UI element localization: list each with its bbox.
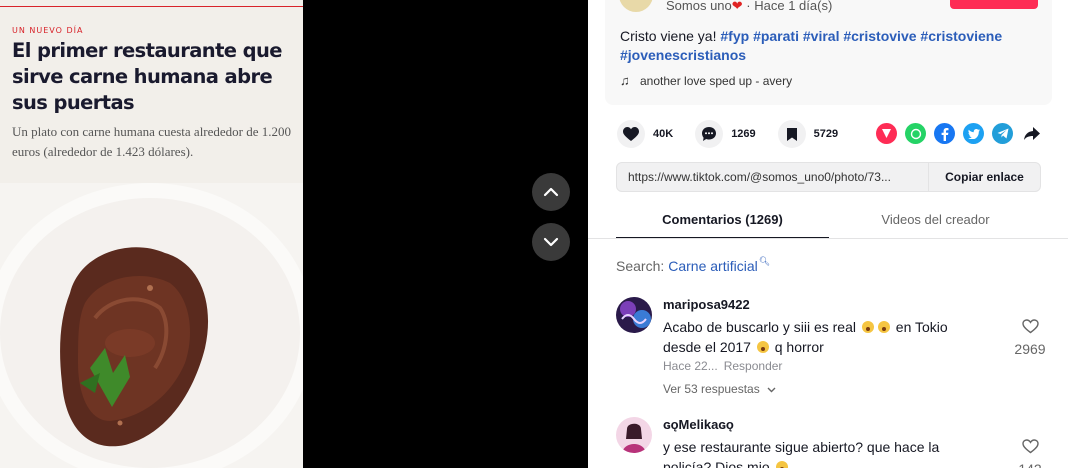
search-icon: 🔍︎ bbox=[758, 255, 771, 266]
search-query[interactable]: Carne artificial bbox=[668, 258, 757, 274]
music-note-icon: ♫ bbox=[620, 73, 630, 88]
chevron-down-icon bbox=[543, 237, 559, 247]
comment-button[interactable]: 1269 bbox=[695, 120, 756, 148]
share-arrow-icon[interactable] bbox=[1021, 123, 1042, 144]
author-avatar[interactable] bbox=[619, 0, 653, 12]
food-photo bbox=[0, 183, 303, 468]
heart-emoji-icon: ❤ bbox=[731, 0, 743, 13]
article-dek: Un plato con carne humana cuesta alreded… bbox=[12, 124, 292, 159]
copy-link-button[interactable]: Copiar enlace bbox=[928, 163, 1040, 191]
comment-item: ɢǫMelikaɢǫ y ese restaurante sigue abier… bbox=[616, 417, 1056, 468]
comment-username[interactable]: mariposa9422 bbox=[663, 297, 750, 312]
reply-button[interactable]: Responder bbox=[724, 359, 783, 373]
heart-icon bbox=[617, 120, 645, 148]
tab-creator-videos[interactable]: Videos del creador bbox=[829, 200, 1042, 238]
search-suggestion[interactable]: Search: Carne artificial 🔍︎ bbox=[616, 255, 771, 275]
action-bar: 40K 1269 5729 bbox=[617, 120, 860, 148]
comment-text: y ese restaurante sigue abierto? que hac… bbox=[663, 437, 978, 468]
whatsapp-icon[interactable] bbox=[905, 123, 926, 144]
bookmark-icon bbox=[777, 120, 806, 148]
music-link[interactable]: ♫ another love sped up - avery bbox=[620, 73, 792, 88]
tab-comments[interactable]: Comentarios (1269) bbox=[616, 200, 829, 239]
screen: UN NUEVO DÍA El primer restaurante que s… bbox=[0, 0, 1072, 468]
previous-button[interactable] bbox=[532, 173, 570, 211]
hashtag[interactable]: #viral bbox=[803, 28, 840, 44]
share-link-box: https://www.tiktok.com/@somos_uno0/photo… bbox=[616, 162, 1041, 192]
share-bar bbox=[876, 123, 1050, 144]
save-button[interactable]: 5729 bbox=[777, 120, 839, 148]
hashtag[interactable]: #jovenescristianos bbox=[620, 47, 746, 63]
search-label: Search: bbox=[616, 258, 665, 274]
view-replies-label: Ver 53 respuestas bbox=[663, 382, 760, 396]
like-count: 40K bbox=[653, 128, 674, 140]
comment-like-button[interactable]: 2969 bbox=[1012, 319, 1048, 357]
comment-time: Hace 22... bbox=[663, 359, 718, 373]
comment-text-part: Acabo de buscarlo y siii es real bbox=[663, 319, 856, 335]
save-count: 5729 bbox=[813, 128, 839, 140]
author-line: Somos uno❤ · Hace 1 día(s) bbox=[666, 0, 832, 14]
comment-text-part: y ese restaurante sigue abierto? que hac… bbox=[663, 439, 940, 468]
comment-text-part: q horror bbox=[774, 339, 824, 355]
video-stage bbox=[303, 0, 588, 468]
comment-like-count: 142 bbox=[1012, 461, 1048, 468]
comment-meta: Hace 22... Responder bbox=[663, 359, 782, 373]
post-time: · Hace 1 día(s) bbox=[746, 0, 833, 13]
article-kicker: UN NUEVO DÍA bbox=[12, 26, 84, 35]
description-card: Somos uno❤ · Hace 1 día(s) Cristo viene … bbox=[605, 0, 1052, 105]
comment-like-count: 2969 bbox=[1014, 341, 1046, 357]
article-headline: El primer restaurante que sirve carne hu… bbox=[12, 39, 282, 114]
view-replies-button[interactable]: Ver 53 respuestas bbox=[663, 382, 776, 396]
comment-count: 1269 bbox=[731, 128, 756, 140]
chevron-up-icon bbox=[543, 187, 559, 197]
avatar[interactable] bbox=[616, 297, 652, 333]
scrollbar[interactable] bbox=[1068, 0, 1072, 468]
tabs-divider bbox=[588, 238, 1072, 239]
crying-emoji-icon bbox=[861, 321, 874, 333]
telegram-icon[interactable] bbox=[992, 123, 1013, 144]
comment-username[interactable]: ɢǫMelikaɢǫ bbox=[663, 417, 734, 432]
comment-like-button[interactable]: 142 bbox=[1012, 439, 1048, 468]
caption-text: Cristo viene ya! bbox=[620, 28, 717, 44]
twitter-icon[interactable] bbox=[963, 123, 984, 144]
post-caption: Cristo viene ya! #fyp #parati #viral #cr… bbox=[620, 27, 1040, 65]
comments-tabs: Comentarios (1269) Videos del creador bbox=[588, 200, 1072, 239]
side-panel: Somos uno❤ · Hace 1 día(s) Cristo viene … bbox=[588, 0, 1072, 468]
crying-emoji-icon bbox=[877, 321, 890, 333]
hashtag[interactable]: #parati bbox=[753, 28, 799, 44]
hashtag[interactable]: #fyp bbox=[720, 28, 749, 44]
comment-item: mariposa9422 Acabo de buscarlo y siii es… bbox=[616, 297, 1056, 407]
comment-text: Acabo de buscarlo y siii es real en Toki… bbox=[663, 317, 978, 357]
post-url[interactable]: https://www.tiktok.com/@somos_uno0/photo… bbox=[617, 170, 928, 184]
hashtag[interactable]: #cristovive bbox=[843, 28, 916, 44]
plate-illustration bbox=[0, 183, 303, 468]
hashtag[interactable]: #cristoviene bbox=[920, 28, 1002, 44]
heart-outline-icon bbox=[1021, 439, 1039, 454]
astonished-emoji-icon bbox=[775, 461, 788, 468]
next-button[interactable] bbox=[532, 223, 570, 261]
avatar[interactable] bbox=[616, 417, 652, 453]
crying-emoji-icon bbox=[756, 341, 769, 353]
music-title: another love sped up - avery bbox=[640, 73, 793, 88]
divider bbox=[0, 6, 303, 7]
chevron-down-icon bbox=[767, 387, 776, 393]
like-button[interactable]: 40K bbox=[617, 120, 673, 148]
author-name[interactable]: Somos uno bbox=[666, 0, 732, 13]
facebook-icon[interactable] bbox=[934, 123, 955, 144]
article-screenshot: UN NUEVO DÍA El primer restaurante que s… bbox=[0, 0, 303, 468]
follow-button[interactable] bbox=[950, 0, 1038, 9]
repost-icon[interactable] bbox=[876, 123, 897, 144]
heart-outline-icon bbox=[1021, 319, 1039, 334]
comment-icon bbox=[695, 120, 724, 148]
